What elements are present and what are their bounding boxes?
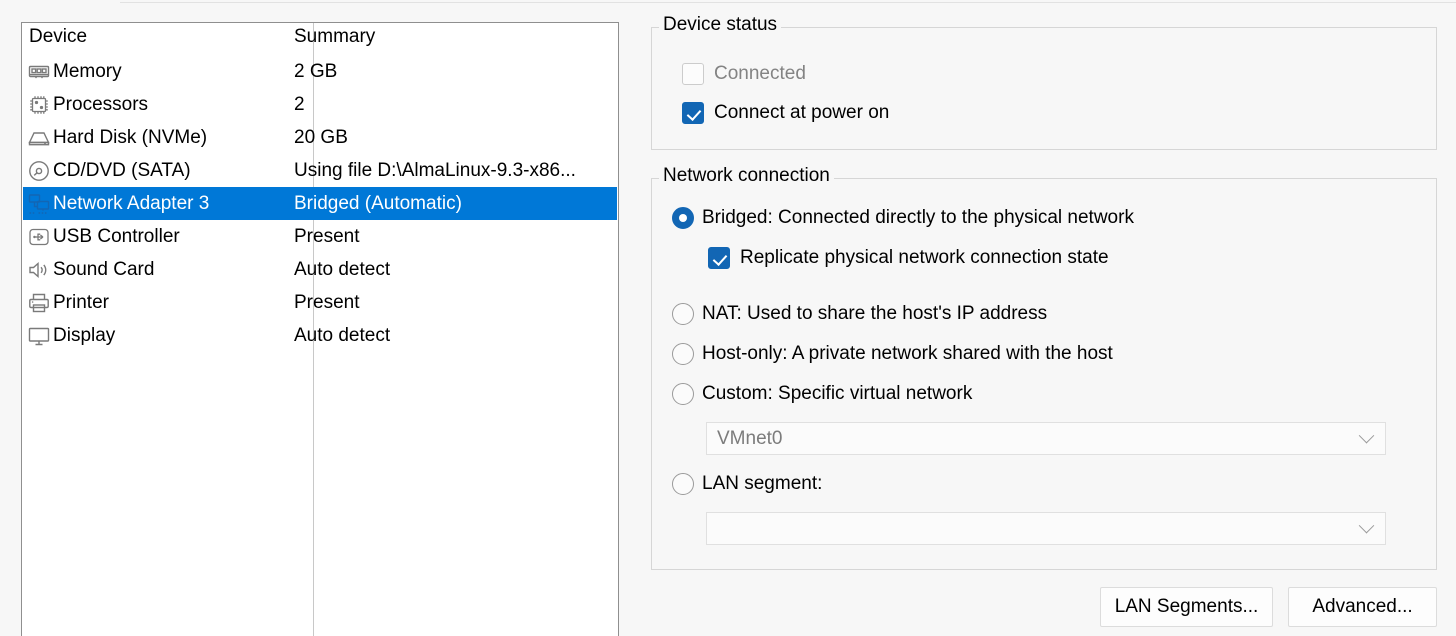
column-header-summary[interactable]: Summary [294,26,375,48]
host-only-radio-row[interactable]: Host-only: A private network shared with… [672,343,1113,365]
device-status-group: Device status Connected Connect at power… [651,15,1437,150]
nat-radio-row[interactable]: NAT: Used to share the host's IP address [672,303,1047,325]
display-icon [27,324,51,348]
device-name-label: Processors [53,94,149,115]
chevron-down-icon [1358,427,1375,443]
device-name-label: Network Adapter 3 [53,193,210,214]
lan-segment-label: LAN segment: [702,473,823,494]
advanced-button-label: Advanced... [1312,596,1413,617]
device-row-hard-disk-nvme[interactable]: Hard Disk (NVMe) 20 GB [22,121,618,154]
connect-at-power-on-checkbox-row[interactable]: Connect at power on [682,102,889,124]
sound-card-icon [27,258,51,282]
summary-cell: Present [294,286,359,319]
device-list[interactable]: Device Summary Memory 2 GB Processors 2 Ha… [21,22,619,636]
device-name-label: USB Controller [53,226,180,247]
column-header-device[interactable]: Device [29,26,87,48]
device-name-label: Display [53,325,116,346]
cd-dvd-icon [27,159,51,183]
device-row-sound-card[interactable]: Sound Card Auto detect [22,253,618,286]
lan-segment-radio[interactable] [672,473,694,495]
device-row-printer[interactable]: Printer Present [22,286,618,319]
custom-vmnet-combobox[interactable]: VMnet0 [706,422,1386,455]
usb-controller-icon [27,225,51,249]
device-status-title: Device status [659,15,782,34]
device-name-label: Sound Card [53,259,155,280]
network-connection-title: Network connection [659,166,834,185]
bridged-radio[interactable] [672,207,694,229]
summary-cell: 20 GB [294,121,348,154]
custom-vmnet-value: VMnet0 [717,427,783,449]
device-cell: CD/DVD (SATA) [26,154,313,187]
custom-radio-row[interactable]: Custom: Specific virtual network [672,383,972,405]
summary-cell: Auto detect [294,253,390,286]
custom-radio[interactable] [672,383,694,405]
device-cell: Sound Card [26,253,313,286]
advanced-button[interactable]: Advanced... [1288,587,1437,627]
device-row-cd-dvd-sata[interactable]: CD/DVD (SATA) Using file D:\AlmaLinux-9.3… [22,154,618,187]
device-row-processors[interactable]: Processors 2 [22,88,618,121]
lan-segments-button[interactable]: LAN Segments... [1100,587,1273,627]
replicate-physical-state-checkbox[interactable] [708,247,730,269]
summary-cell: 2 [294,88,305,121]
device-summary-label: Using file D:\AlmaLinux-9.3-x86... [294,159,576,181]
memory-icon [27,60,51,84]
bridged-radio-row[interactable]: Bridged: Connected directly to the physi… [672,207,1134,229]
vm-settings-hardware-pane: Device Summary Memory 2 GB Processors 2 Ha… [0,0,1456,636]
replicate-checkbox-row[interactable]: Replicate physical network connection st… [708,247,1109,269]
host-only-radio[interactable] [672,343,694,365]
summary-cell: Bridged (Automatic) [294,187,462,220]
nat-label: NAT: Used to share the host's IP address [702,303,1048,324]
device-summary-label: Present [294,291,360,313]
replicate-physical-state-label: Replicate physical network connection st… [740,247,1109,268]
device-row-usb-controller[interactable]: USB Controller Present [22,220,618,253]
processor-icon [27,93,51,117]
device-summary-label: 2 GB [294,60,338,82]
device-cell: Printer [26,286,313,319]
device-name-label: Hard Disk (NVMe) [53,127,208,148]
custom-label: Custom: Specific virtual network [702,383,973,404]
bridged-label: Bridged: Connected directly to the physi… [702,207,1134,228]
device-name-label: Printer [53,292,109,313]
connect-at-power-on-checkbox[interactable] [682,102,704,124]
chevron-down-icon [1358,517,1375,533]
connected-label: Connected [714,63,806,84]
lan-segment-radio-row[interactable]: LAN segment: [672,473,822,495]
device-summary-label: Auto detect [294,258,391,280]
device-row-network-adapter-3[interactable]: Network Adapter 3 Bridged (Automatic) [22,187,618,220]
connect-at-power-on-label: Connect at power on [714,102,890,123]
device-summary-label: Auto detect [294,324,391,346]
connected-checkbox[interactable] [682,63,704,85]
device-cell: Hard Disk (NVMe) [26,121,313,154]
device-list-rows: Memory 2 GB Processors 2 Hard Disk (NVMe) 2… [22,55,618,352]
connected-checkbox-row[interactable]: Connected [682,63,806,85]
device-summary-label: Bridged (Automatic) [294,192,462,214]
network-adapter-icon [27,192,51,216]
hard-disk-icon [27,126,51,150]
device-row-display[interactable]: Display Auto detect [22,319,618,352]
nat-radio[interactable] [672,303,694,325]
summary-cell: Using file D:\AlmaLinux-9.3-x86... [294,154,576,187]
device-summary-label: 20 GB [294,126,348,148]
summary-cell: Auto detect [294,319,390,352]
device-name-label: Memory [53,61,122,82]
network-connection-group: Network connection Bridged: Connected di… [651,166,1437,570]
lan-segments-button-label: LAN Segments... [1114,596,1259,617]
lan-segment-combobox[interactable] [706,512,1386,545]
device-summary-label: 2 [294,93,305,115]
device-cell: Processors [26,88,313,121]
device-cell: Memory [26,55,313,88]
device-list-header: Device Summary [22,23,618,55]
device-name-label: CD/DVD (SATA) [53,160,191,181]
host-only-label: Host-only: A private network shared with… [702,343,1113,364]
device-cell: Display [26,319,313,352]
top-separator-rule [120,2,1456,3]
printer-icon [27,291,51,315]
summary-cell: 2 GB [294,55,337,88]
device-row-memory[interactable]: Memory 2 GB [22,55,618,88]
summary-cell: Present [294,220,359,253]
device-cell: Network Adapter 3 [26,187,313,220]
device-cell: USB Controller [26,220,313,253]
device-summary-label: Present [294,225,360,247]
